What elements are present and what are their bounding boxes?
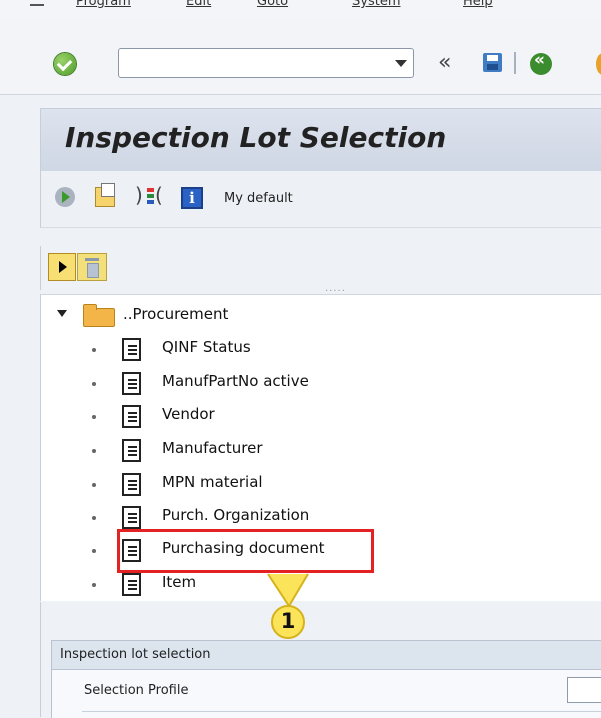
bullet-icon xyxy=(92,382,96,386)
tree-item[interactable]: Item xyxy=(41,569,601,599)
row-divider xyxy=(82,711,601,712)
tree-item-label: Manufacturer xyxy=(162,439,263,457)
tree-item[interactable]: ManufPartNo active xyxy=(41,368,601,398)
document-icon xyxy=(122,473,141,496)
execute-icon[interactable] xyxy=(55,187,75,207)
tree-item-label: MPN material xyxy=(162,473,263,491)
my-default-button[interactable]: My default xyxy=(224,191,293,206)
selection-profile-input[interactable] xyxy=(567,677,601,703)
dynamic-selections-icon[interactable] xyxy=(135,183,163,207)
page-title: Inspection Lot Selection xyxy=(65,121,447,154)
folder-open-icon xyxy=(83,304,115,327)
document-icon xyxy=(122,338,141,361)
standard-toolbar: « xyxy=(0,20,601,95)
menu-system[interactable]: System xyxy=(352,0,400,9)
menu-goto[interactable]: Goto xyxy=(257,0,288,9)
bullet-icon xyxy=(92,583,96,587)
tree-item-label: Vendor xyxy=(162,405,215,423)
document-icon xyxy=(122,573,141,596)
tree-item-label: ManufPartNo active xyxy=(162,372,309,390)
expand-icon[interactable] xyxy=(48,253,76,281)
bullet-icon xyxy=(92,516,96,520)
back-icon[interactable] xyxy=(530,50,552,75)
tree-item[interactable]: Vendor xyxy=(41,401,601,431)
tree-item-label: QINF Status xyxy=(162,338,251,356)
tree-item[interactable]: Manufacturer xyxy=(41,435,601,465)
tree-item[interactable]: QINF Status xyxy=(41,334,601,364)
panel-title: Inspection lot selection xyxy=(60,647,211,662)
document-icon xyxy=(122,439,141,462)
title-bar: Inspection Lot Selection xyxy=(40,108,601,171)
inspection-lot-selection-panel: Inspection lot selection Selection Profi… xyxy=(51,640,601,718)
bullet-icon xyxy=(92,483,96,487)
bullet-icon xyxy=(92,449,96,453)
tree-item-label: Purch. Organization xyxy=(162,506,310,524)
bullet-icon xyxy=(92,348,96,352)
enter-icon[interactable] xyxy=(54,53,76,75)
menu-edit[interactable]: Edit xyxy=(186,0,211,9)
exit-icon[interactable] xyxy=(596,53,601,75)
command-input[interactable] xyxy=(125,50,379,78)
chevron-down-icon[interactable] xyxy=(395,60,407,67)
menu-program[interactable]: Program xyxy=(76,0,131,9)
menu-bar: Program Edit Goto System Help xyxy=(0,0,601,21)
info-icon[interactable]: i xyxy=(181,187,203,209)
tree-root-procurement[interactable]: ..Procurement xyxy=(41,297,601,327)
selection-panel-area: Inspection lot selection Selection Profi… xyxy=(40,602,601,718)
save-icon[interactable] xyxy=(483,53,502,72)
tree-item-label: Item xyxy=(162,573,197,591)
selection-profile-label: Selection Profile xyxy=(84,683,189,698)
caret-down-icon[interactable] xyxy=(57,310,67,317)
get-variant-icon[interactable] xyxy=(95,183,115,207)
highlight-box xyxy=(117,529,374,573)
panel-title-bar: Inspection lot selection xyxy=(52,641,601,670)
trash-icon[interactable] xyxy=(77,253,107,281)
menu-icon[interactable] xyxy=(30,4,44,6)
tree-root-label: ..Procurement xyxy=(123,305,229,323)
document-icon xyxy=(122,405,141,428)
command-field[interactable] xyxy=(118,48,414,78)
menu-help[interactable]: Help xyxy=(463,0,493,9)
tree-item[interactable]: MPN material xyxy=(41,469,601,499)
collapse-toolbar-icon[interactable]: « xyxy=(438,50,451,75)
tree-item[interactable]: Purch. Organization xyxy=(41,502,601,532)
document-icon xyxy=(122,372,141,395)
tree-button-row xyxy=(40,246,601,290)
callout-badge: 1 xyxy=(271,605,305,639)
bullet-icon xyxy=(92,415,96,419)
toolbar-separator xyxy=(514,52,516,74)
application-toolbar: i My default xyxy=(40,171,601,228)
bullet-icon xyxy=(92,549,96,553)
splitter-handle[interactable]: ..... xyxy=(325,283,346,294)
document-icon xyxy=(122,506,141,529)
